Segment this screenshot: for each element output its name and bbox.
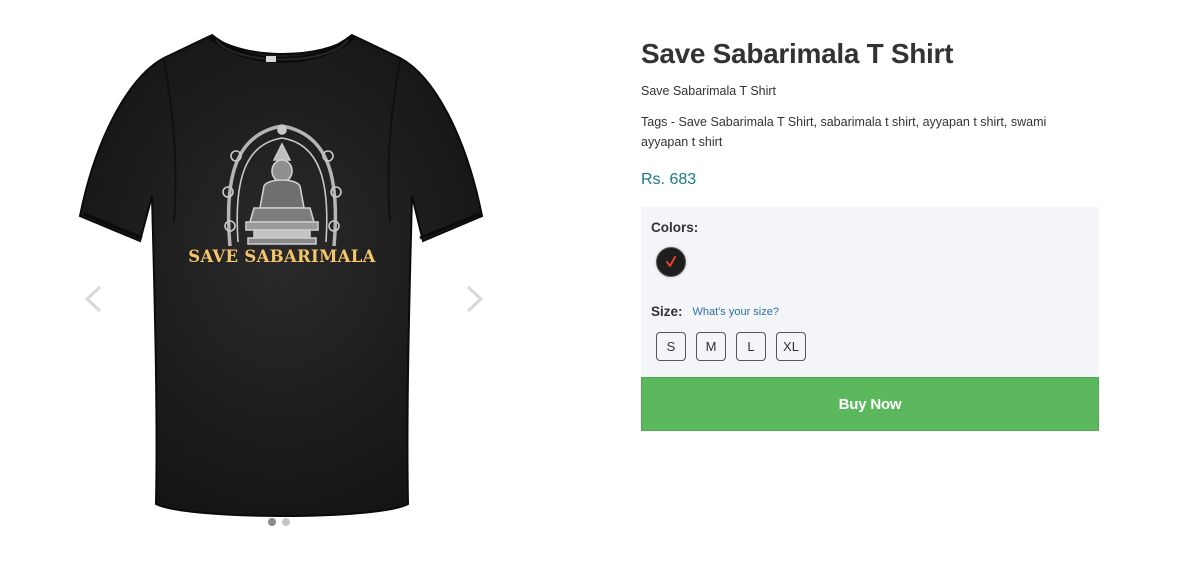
previous-image-button[interactable]: [80, 284, 106, 314]
product-subtitle: Save Sabarimala T Shirt: [641, 84, 777, 98]
size-option-s[interactable]: S: [656, 332, 686, 361]
product-tags: Tags - Save Sabarimala T Shirt, sabarima…: [641, 115, 1047, 149]
carousel-dot[interactable]: [282, 518, 290, 526]
size-guide-link[interactable]: What's your size?: [693, 306, 779, 318]
product-price: Rs. 683: [641, 171, 697, 188]
size-row: Size: What's your size?: [651, 304, 779, 319]
color-swatch-black[interactable]: [656, 247, 686, 277]
product-title: Save Sabarimala T Shirt: [641, 38, 954, 69]
shirt-print-text: SAVE SABARIMALA: [188, 247, 376, 266]
product-page: SAVE SABARIMALA Save Sabarimala T Shirt …: [0, 0, 1179, 573]
carousel-dots: [268, 518, 290, 526]
chevron-left-icon: [84, 285, 102, 313]
size-options: S M L XL: [656, 332, 806, 361]
product-details: Save Sabarimala T Shirt Save Sabarimala …: [641, 36, 1099, 190]
options-panel: Colors: Size: What's your size? S M L XL: [641, 207, 1099, 377]
size-label: Size:: [651, 304, 683, 319]
colors-label: Colors:: [651, 220, 699, 235]
size-option-m[interactable]: M: [696, 332, 726, 361]
checkmark-icon: [666, 256, 676, 267]
chevron-right-icon: [466, 285, 484, 313]
size-option-xl[interactable]: XL: [776, 332, 806, 361]
tshirt-product-image: SAVE SABARIMALA: [78, 33, 484, 517]
carousel-dot[interactable]: [268, 518, 276, 526]
size-option-l[interactable]: L: [736, 332, 766, 361]
product-gallery: SAVE SABARIMALA: [78, 26, 490, 526]
buy-now-button[interactable]: Buy Now: [641, 377, 1099, 431]
next-image-button[interactable]: [462, 284, 488, 314]
